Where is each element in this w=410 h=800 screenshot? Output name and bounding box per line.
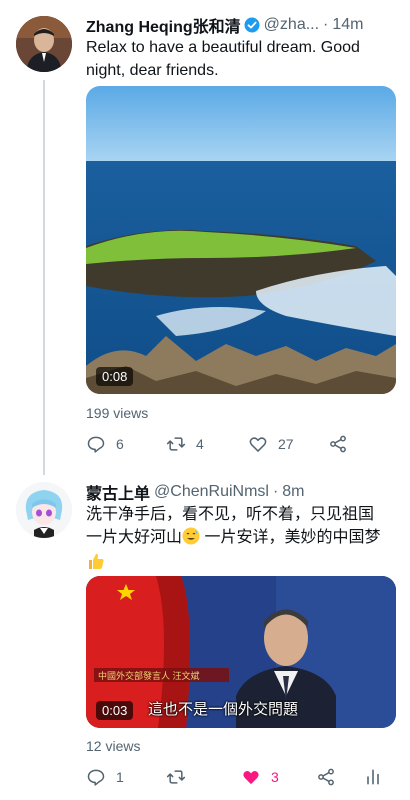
like-count: 27 xyxy=(278,436,294,452)
thumbs-up-emoji-icon xyxy=(86,551,106,571)
heart-filled-icon xyxy=(243,771,259,785)
tweet-actions: 1 3 xyxy=(86,767,386,791)
video-duration: 0:03 xyxy=(96,701,134,720)
author-handle[interactable]: @zha... xyxy=(264,16,319,34)
analytics-button[interactable] xyxy=(363,767,383,787)
video-player[interactable]: 中國外交部發言人 汪文斌 這也不是一個外交問題 0:03 xyxy=(86,576,396,728)
tweet-actions: 6 4 27 xyxy=(86,434,386,458)
analytics-icon xyxy=(367,769,379,785)
timestamp[interactable]: 14m xyxy=(332,16,363,34)
reply-count: 1 xyxy=(116,769,124,785)
video-subtitle: 這也不是一個外交問題 xyxy=(148,701,299,718)
video-player[interactable]: 0:08 xyxy=(86,86,396,394)
tweet-text-line: 洗干净手后，看不见，听不着，只见祖国 xyxy=(86,506,375,523)
tweet-text-line: 一片大好河山 一片安详，美妙的中国梦 xyxy=(86,526,396,549)
reply-count: 6 xyxy=(116,436,124,452)
tweet-header: Zhang Heqing张和清 @zha... · 14m xyxy=(86,13,364,37)
author-avatar[interactable] xyxy=(16,482,72,538)
verified-badge-icon xyxy=(244,17,260,33)
view-count[interactable]: 199 views xyxy=(86,405,148,421)
author-name[interactable]: Zhang Heqing张和清 xyxy=(86,13,241,37)
view-count[interactable]: 12 views xyxy=(86,738,140,754)
separator-dot: · xyxy=(323,16,329,33)
retweet-icon xyxy=(166,437,186,451)
video-thumbnail xyxy=(86,86,396,394)
separator-dot: · xyxy=(272,483,279,500)
like-button[interactable]: 3 xyxy=(241,767,279,787)
tweet-text-segment: 一片大好河山 xyxy=(86,529,183,546)
share-button[interactable] xyxy=(328,434,348,454)
like-count: 3 xyxy=(271,769,279,785)
share-icon xyxy=(318,768,334,786)
reply-button[interactable]: 1 xyxy=(86,767,124,787)
tweet-1[interactable]: Zhang Heqing张和清 @zha... · 14m Relax to h… xyxy=(0,0,410,470)
tweet-text: 洗干净手后，看不见，听不着，只见祖国 一片大好河山 一片安详，美妙的中国梦 xyxy=(86,503,396,571)
tweet-header: 蒙古上单 @ChenRuiNmsl · 8m xyxy=(86,480,305,504)
reply-icon xyxy=(87,769,105,786)
reply-button[interactable]: 6 xyxy=(86,434,124,454)
author-name[interactable]: 蒙古上单 xyxy=(86,480,150,504)
heart-icon xyxy=(249,437,267,452)
author-handle[interactable]: @ChenRuiNmsl xyxy=(154,483,269,501)
share-button[interactable] xyxy=(316,767,336,787)
reply-icon xyxy=(87,436,105,453)
tweet-text-segment: 一片安详，美妙的中国梦 xyxy=(200,529,381,546)
timestamp[interactable]: 8m xyxy=(282,483,304,501)
retweet-button[interactable] xyxy=(166,767,196,787)
share-icon xyxy=(330,435,346,453)
like-button[interactable]: 27 xyxy=(248,434,294,454)
tweet-text: Relax to have a beautiful dream. Good ni… xyxy=(86,39,360,79)
retweet-count: 4 xyxy=(196,436,204,452)
video-caption-banner: 中國外交部發言人 汪文斌 xyxy=(98,671,200,681)
video-duration: 0:08 xyxy=(96,367,134,386)
sweat-smile-emoji-icon xyxy=(182,527,200,545)
retweet-icon xyxy=(166,770,186,784)
retweet-button[interactable]: 4 xyxy=(166,434,204,454)
author-avatar[interactable] xyxy=(16,16,72,72)
tweet-2[interactable]: 蒙古上单 @ChenRuiNmsl · 8m 洗干净手后，看不见，听不着，只见祖… xyxy=(0,470,410,800)
